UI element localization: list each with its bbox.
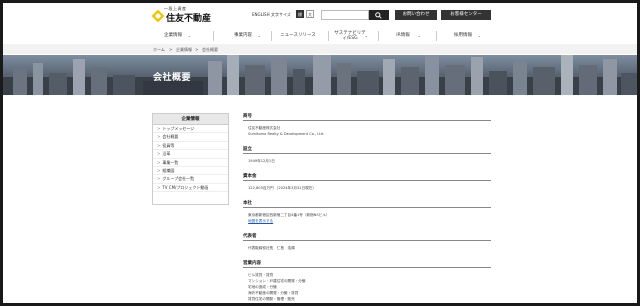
section-heading: 営業内容 [243,260,491,268]
breadcrumb-corporate[interactable]: 企業情報 [176,47,192,53]
contact-button[interactable]: お問い合わせ [395,10,437,20]
sidebar-title: 企業情報 [153,114,228,125]
nav-item-news[interactable]: ニュースリリース [273,29,323,43]
section-business: 営業内容 ビル賃貸・賃貸 マンション・戸建住宅の開発・分譲 宅地の造成・分譲 海… [243,260,491,302]
sidebar-item-label: 会社概要 [162,134,179,140]
section-text: 122,805百万円 （2024年3月31日現在） [248,186,316,190]
fontsize-standard-button[interactable]: 標準 [296,10,304,25]
contact-button-label: お問い合わせ [402,12,430,17]
nav-item-business[interactable]: 事業内容 ⌄ [223,29,263,43]
nav-divider [271,31,272,41]
section-text: 1949年12月1日 [248,159,275,163]
chevron-right-icon: > [157,134,161,140]
chevron-down-icon: ⌄ [364,33,368,38]
sidebar-item-business-list[interactable]: > 事業一覧 [153,159,228,167]
chevron-right-icon: > [157,167,161,173]
sidebar-item-message[interactable]: > トップメッセージ [153,125,228,134]
chevron-right-icon: > [157,184,161,190]
section-text: 代表取締役社長 仁島 浩順 [248,246,295,250]
chevron-down-icon: ⌄ [477,33,481,38]
sidebar-item-label: 役員等 [162,142,175,148]
chevron-right-icon: > [157,159,161,165]
sidebar-item-officers[interactable]: > 役員等 [153,142,228,151]
search-input[interactable] [321,10,369,20]
sidebar-item-label: 沿革 [162,151,171,157]
nav-divider [213,31,214,41]
section-heading: 商号 [243,113,491,121]
section-capital: 資本金 122,805百万円 （2024年3月31日現在） [243,173,491,191]
section-trade-name: 商号 住友不動産株式会社 Sumitomo Realty & Developme… [243,113,491,137]
breadcrumb-separator: > [169,47,173,52]
fontsize-label: 文字サイズ [271,12,291,17]
sidebar-item-label: 組織図 [162,167,175,173]
hero-banner: 会社概要 [3,55,637,95]
logo-brand: 住友不動産 [166,14,212,24]
section-heading: 本社 [243,200,491,208]
customer-center-button-label: お客様センター [450,12,482,17]
sidebar-item-label: TV CM/プロジェクト動画 [162,184,209,190]
breadcrumb-separator: > [195,47,199,52]
sidebar-item-organization[interactable]: > 組織図 [153,167,228,176]
page-frame: 一段上資産 住友不動産 ENGLISH 文字サイズ 標準 大 お問い合わせ お客… [3,3,637,303]
page-title: 会社概要 [153,73,192,83]
sidebar-item-label: トップメッセージ [162,126,195,131]
nav-divider [378,31,379,41]
chevron-down-icon: ⌄ [187,33,191,38]
logo-mark-icon [151,9,165,23]
nav-divider [436,31,437,41]
section-text: Sumitomo Realty & Development Co., Ltd. [248,132,325,136]
nav-item-recruit[interactable]: 採用情報 ⌄ [443,29,483,43]
sidebar-item-overview[interactable]: > 会社概要 [153,133,228,142]
global-nav: 企業情報 ⌄ 事業内容 ⌄ ニュースリリース サステナビリティ/ESG ⌄ IR… [3,29,637,43]
search-icon [375,12,382,19]
nav-item-sustainability[interactable]: サステナビリティ/ESG ⌄ [330,29,370,43]
chevron-down-icon: ⌄ [257,33,261,38]
language-link[interactable]: ENGLISH [252,12,270,17]
customer-center-button[interactable]: お客様センター [441,10,491,20]
section-heading: 代表者 [243,233,491,241]
chevron-down-icon: ⌄ [417,33,421,38]
section-established: 設立 1949年12月1日 [243,146,491,164]
chevron-right-icon: > [157,151,161,157]
sidebar-item-group[interactable]: > グループ会社一覧 [153,175,228,184]
sidebar-item-history[interactable]: > 沿革 [153,150,228,159]
sidebar: 企業情報 > トップメッセージ > 会社概要 > 役員等 > 沿革 > 事業一覧 > 組織図… [152,113,229,205]
fontsize-large-button[interactable]: 大 [306,10,314,18]
site-logo[interactable]: 一段上資産 住友不動産 [151,6,214,24]
cityscape-image [3,55,637,95]
section-head-office: 本社 東京都新宿区西新宿二丁目4番1号（新宿NSビル） 地図を表示する [243,200,491,224]
chevron-right-icon: > [157,126,161,131]
sidebar-item-label: 事業一覧 [162,159,179,165]
nav-label: ニュースリリース [280,33,316,39]
nav-divider [328,31,329,41]
site-header: 一段上資産 住友不動産 ENGLISH 文字サイズ 標準 大 お問い合わせ お客… [3,3,637,25]
map-link[interactable]: 地図を表示する [243,218,491,224]
breadcrumb-current: 会社概要 [202,47,218,52]
sidebar-item-tvcm[interactable]: > TV CM/プロジェクト動画 [153,184,228,193]
section-text: 賃貸住宅の開発・管理・販売 [248,297,295,301]
breadcrumb-home[interactable]: ホーム [153,47,165,53]
section-representative: 代表者 代表取締役社長 仁島 浩順 [243,233,491,251]
nav-item-ir[interactable]: IR情報 ⌄ [383,29,423,43]
nav-item-corporate[interactable]: 企業情報 ⌄ [153,29,193,43]
sidebar-item-label: グループ会社一覧 [162,176,195,182]
breadcrumb: ホーム > 企業情報 > 会社概要 [3,44,637,54]
chevron-right-icon: > [157,176,161,182]
search-button[interactable] [369,10,389,20]
section-heading: 設立 [243,146,491,154]
section-heading: 資本金 [243,173,491,181]
chevron-right-icon: > [157,142,161,148]
